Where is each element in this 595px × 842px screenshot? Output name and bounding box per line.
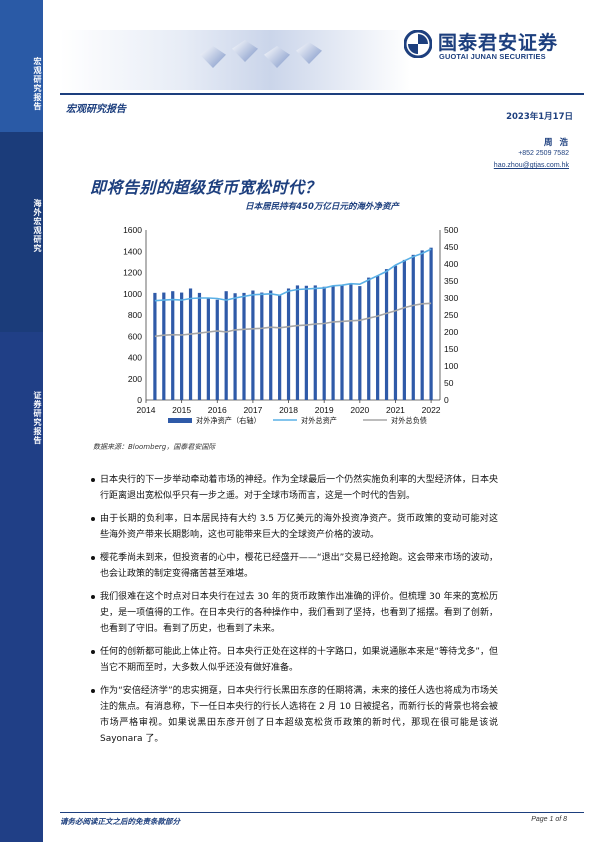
y-tick-label-left: 1000 (123, 289, 142, 299)
legend-label: 对外总资产 (301, 416, 337, 425)
bar (233, 293, 237, 400)
bar (349, 283, 353, 400)
bullet-item: 日本央行的下一步举动牵动着市场的神经。作为全球最后一个仍然实施负利率的大型经济体… (91, 472, 498, 504)
y-tick-label-right: 50 (444, 378, 454, 388)
x-tick-label: 2019 (315, 405, 334, 415)
author-email[interactable]: hao.zhou@gtjas.com.hk (494, 162, 569, 169)
page-title: 即将告别的超级货币宽松时代？ (90, 178, 322, 197)
y-tick-label-left: 600 (128, 331, 142, 341)
bar (197, 292, 202, 400)
bar (180, 292, 184, 400)
bar (206, 298, 210, 400)
report-type: 宏观研究报告 (66, 104, 126, 115)
bar (162, 292, 166, 400)
bar (376, 275, 380, 400)
bar (224, 291, 228, 400)
bar (340, 285, 344, 400)
chart-title: 日本居民持有450万亿日元的海外净资产 (245, 202, 399, 212)
bar (331, 285, 335, 400)
x-tick-label: 2017 (243, 405, 262, 415)
y-tick-label-right: 250 (444, 310, 458, 320)
bar (384, 269, 389, 400)
header-banner (60, 30, 410, 90)
y-tick-label-right: 0 (444, 395, 449, 405)
logo-mark-icon (404, 30, 432, 58)
y-tick-label-right: 500 (444, 225, 458, 235)
legend-swatch (168, 418, 192, 423)
bar (402, 259, 406, 400)
y-tick-label-right: 450 (444, 242, 458, 252)
bar (304, 285, 308, 400)
bullet-item: 作为“安倍经济学”的忠实拥趸，日本央行行长黑田东彦的任期将满，未来的接任人选也将… (91, 683, 498, 747)
report-date: 2023年1月17日 (506, 112, 573, 122)
bar (358, 286, 362, 400)
x-tick-label: 2018 (279, 405, 298, 415)
sidebar: 宏观研究报告 海外宏观研究 证券研究报告 (0, 0, 43, 842)
y-tick-label-right: 400 (444, 259, 458, 269)
legend-label: 对外净资产（右轴） (196, 416, 261, 425)
bar (278, 295, 282, 400)
bullet-item: 樱花季尚未到来，但投资者的心中，樱花已经盛开——“退出”交易已经抢跑。这会带来市… (91, 550, 498, 582)
bar (171, 291, 175, 400)
bar (367, 277, 371, 400)
bar (215, 299, 219, 400)
sidebar-section-label: 证券研究报告 (33, 391, 42, 445)
author-name: 周 浩 (544, 138, 570, 148)
y-tick-label-right: 300 (444, 293, 458, 303)
x-tick-label: 2020 (350, 405, 369, 415)
bar (269, 290, 273, 400)
bar (322, 286, 326, 400)
x-tick-label: 2016 (208, 405, 227, 415)
bullet-item: 我们很难在这个时点对日本央行在过去 30 年的货币政策作出准确的评价。但梳理 3… (91, 589, 498, 637)
y-tick-label-left: 1600 (123, 225, 142, 235)
bullet-item: 由于长期的负利率，日本居民持有大约 3.5 万亿美元的海外投资净资产。货币政策的… (91, 511, 498, 543)
series-line (154, 302, 432, 338)
chart: 0 200 400 600 800 1000 1200 1400 1600 0 50 100 150 20… (123, 225, 458, 425)
header-rule (60, 93, 584, 95)
bar (295, 285, 300, 400)
bar (242, 292, 246, 400)
bar (420, 250, 424, 400)
footer-rule (60, 812, 584, 813)
bullet-item: 任何的创新都可能此上体止符。日本央行正处在这样的十字路口，如果说通胀本来是“等待… (91, 644, 498, 676)
bar (188, 288, 193, 400)
legend-label: 对外总负债 (391, 416, 427, 425)
sidebar-section-label: 宏观研究报告 (33, 57, 42, 111)
bar (411, 254, 415, 400)
logo-text-cn: 国泰君安证券 (438, 32, 559, 54)
company-logo: 国泰君安证券 GUOTAI JUNAN SECURITIES (404, 24, 584, 66)
banner-gradient (60, 30, 410, 90)
y-tick-label-left: 1400 (123, 246, 142, 256)
bar (251, 290, 255, 400)
author-phone: +852 2509 7582 (518, 150, 569, 157)
y-tick-label-left: 800 (128, 310, 142, 320)
y-tick-label-right: 200 (444, 327, 458, 337)
y-tick-label-left: 1200 (123, 268, 142, 278)
logo-text-en: GUOTAI JUNAN SECURITIES (439, 52, 546, 61)
bullet-list: 日本央行的下一步举动牵动着市场的神经。作为全球最后一个仍然实施负利率的大型经济体… (91, 472, 498, 754)
y-tick-label-right: 100 (444, 361, 458, 371)
bar (429, 247, 433, 400)
x-tick-label: 2021 (386, 405, 405, 415)
x-tick-label: 2022 (422, 405, 441, 415)
chart-source: 数据来源：Bloomberg，国泰君安国际 (93, 443, 216, 451)
x-tick-label: 2014 (137, 405, 156, 415)
bar (153, 292, 157, 400)
y-tick-label-left: 0 (137, 395, 142, 405)
page-number: Page 1 of 8 (531, 816, 567, 823)
bar (260, 292, 264, 400)
sidebar-section-label: 海外宏观研究 (33, 199, 42, 253)
y-tick-label-left: 200 (128, 374, 142, 384)
disclaimer-note: 请务必阅读正文之后的免责条款部分 (60, 817, 180, 826)
y-tick-label-right: 150 (444, 344, 458, 354)
bar (313, 285, 317, 400)
y-tick-label-left: 400 (128, 353, 142, 363)
y-tick-label-right: 350 (444, 276, 458, 286)
bar (393, 265, 398, 400)
x-tick-label: 2015 (172, 405, 191, 415)
series-line (154, 248, 432, 302)
bar (286, 288, 291, 400)
